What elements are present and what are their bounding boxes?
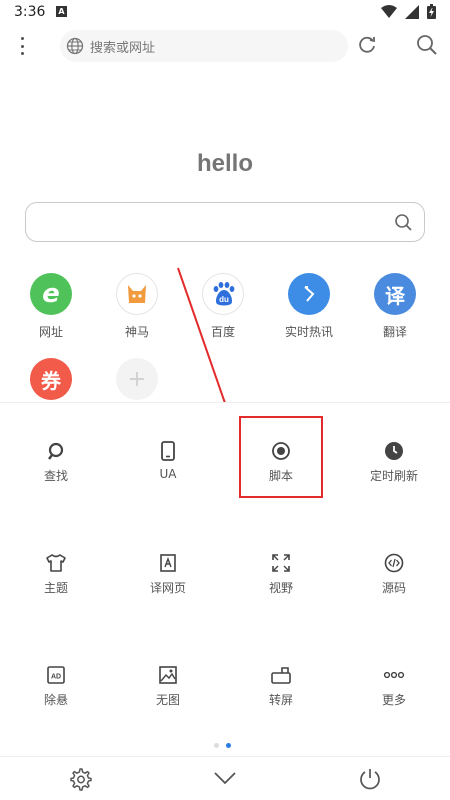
gear-icon[interactable] [68, 767, 92, 791]
rotate-screen-icon [271, 667, 291, 684]
tool-rotate[interactable]: 转屏 [225, 663, 337, 708]
tool-label: 视野 [268, 581, 293, 595]
tools-panel: 查找 UA 脚本 定时刷新 主题 译网页 视野 源码 AD 除悬 无图 转屏 更… [0, 402, 450, 800]
phone-icon [161, 441, 175, 461]
annotation-highlight-box [239, 416, 323, 498]
tool-label: 除悬 [43, 693, 68, 707]
tool-ua[interactable]: UA [112, 439, 224, 481]
tool-theme[interactable]: 主题 [0, 551, 112, 596]
translate-page-icon [160, 554, 176, 572]
tool-source[interactable]: 源码 [338, 551, 450, 596]
power-icon[interactable] [358, 767, 382, 791]
tool-view[interactable]: 视野 [225, 551, 337, 596]
clock-icon [385, 442, 403, 460]
tool-auto-refresh[interactable]: 定时刷新 [338, 439, 450, 484]
tool-label: 源码 [381, 581, 406, 595]
page-indicator [214, 743, 231, 748]
expand-icon [272, 554, 290, 572]
tool-label: 查找 [43, 469, 68, 483]
code-icon [384, 553, 404, 573]
tool-label: 定时刷新 [369, 469, 418, 483]
tool-label: UA [159, 467, 177, 481]
svg-text:AD: AD [51, 674, 61, 681]
tool-label: 转屏 [268, 693, 293, 707]
tool-translate-page[interactable]: 译网页 [112, 551, 224, 596]
page-dot-active [226, 743, 231, 748]
more-icon [383, 671, 405, 679]
tool-label: 译网页 [149, 581, 186, 595]
tool-label: 更多 [381, 693, 406, 707]
page-dot [214, 743, 219, 748]
tool-ad-block[interactable]: AD 除悬 [0, 663, 112, 708]
shirt-icon [46, 554, 66, 572]
tool-no-image[interactable]: 无图 [112, 663, 224, 708]
bottom-bar [0, 756, 450, 800]
ad-block-icon: AD [47, 666, 65, 684]
tool-more[interactable]: 更多 [338, 663, 450, 708]
tool-label: 无图 [155, 693, 180, 707]
search-icon [48, 442, 64, 460]
tool-find[interactable]: 查找 [0, 439, 112, 484]
chevron-down-icon[interactable] [213, 771, 237, 785]
no-image-icon [159, 666, 177, 684]
tool-label: 主题 [43, 581, 68, 595]
